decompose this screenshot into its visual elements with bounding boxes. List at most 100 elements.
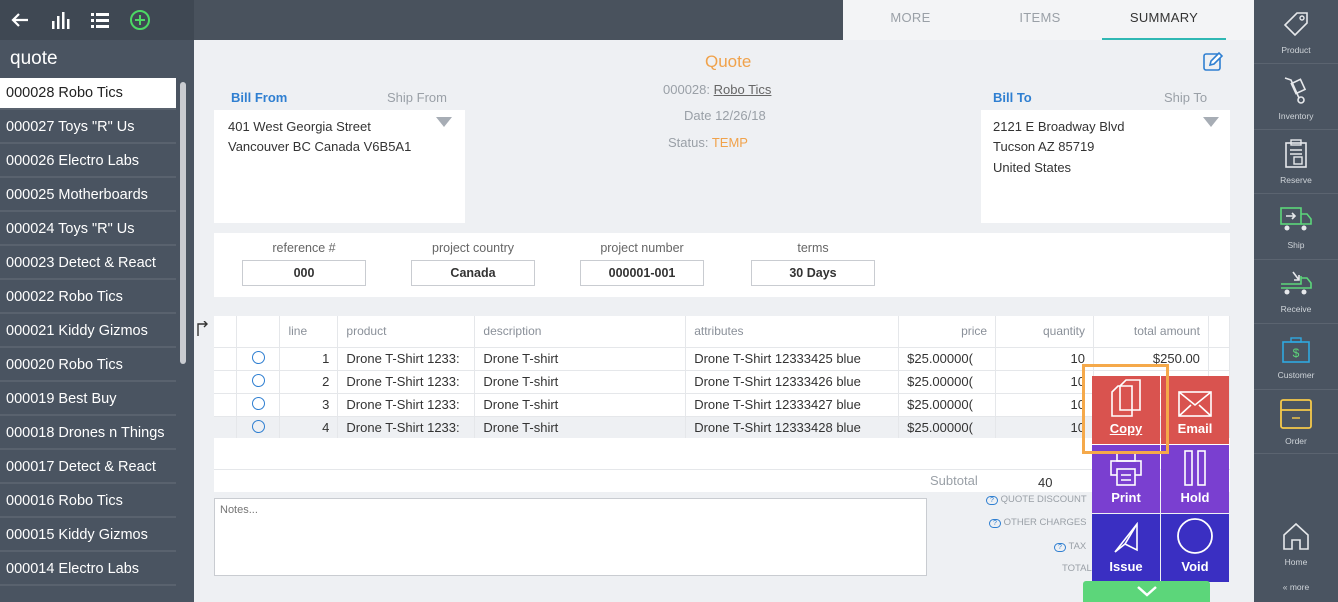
terms-field[interactable]: 30 Days — [751, 260, 875, 286]
tab-items[interactable]: ITEMS — [978, 0, 1102, 40]
rightbar-customer[interactable]: $ Customer — [1254, 326, 1338, 390]
help-icon[interactable]: ? — [989, 519, 1001, 528]
cell-quantity: 10 — [995, 393, 1095, 417]
issue-button[interactable]: Issue — [1092, 514, 1160, 582]
tab-ship-from[interactable]: Ship From — [387, 90, 447, 105]
cell-description: Drone T-shirt — [474, 416, 687, 440]
col-product[interactable]: product — [337, 316, 476, 348]
tab-bill-to[interactable]: Bill To — [993, 90, 1032, 105]
tab-bill-from[interactable]: Bill From — [231, 90, 287, 105]
sidebar-item[interactable]: 000017 Detect & React — [0, 452, 176, 484]
truck-out-icon — [1279, 206, 1313, 240]
quote-customer-link[interactable]: Robo Tics — [714, 82, 772, 97]
sidebar-item[interactable]: 000025 Motherboards — [0, 180, 176, 212]
home-icon — [1281, 521, 1311, 557]
sidebar-item[interactable]: 000021 Kiddy Gizmos — [0, 316, 176, 348]
dropdown-icon[interactable] — [1203, 116, 1219, 131]
total-label: TOTAL — [1062, 563, 1092, 574]
cell-price: $25.00000( — [898, 416, 997, 440]
pause-icon — [1181, 449, 1209, 490]
void-button[interactable]: Void — [1161, 514, 1229, 582]
cell-price: $25.00000( — [898, 370, 997, 394]
help-icon[interactable]: ? — [986, 496, 998, 505]
quote-date: Date 12/26/18 — [684, 108, 766, 123]
chevron-down-icon — [1137, 586, 1157, 597]
row-select-radio[interactable] — [251, 419, 265, 433]
expand-corner-icon[interactable] — [196, 320, 210, 340]
cell-description: Drone T-shirt — [474, 347, 687, 371]
col-quantity[interactable]: quantity — [995, 316, 1095, 348]
tag-icon — [1281, 9, 1311, 45]
action-label: Print — [1111, 490, 1141, 505]
table-row[interactable]: 1 Drone T-Shirt 1233: Drone T-shirt Drone T… — [214, 347, 1231, 371]
send-icon — [1111, 521, 1141, 559]
email-button[interactable]: Email — [1161, 376, 1229, 444]
rightbar-ship[interactable]: Ship — [1254, 196, 1338, 260]
tab-summary[interactable]: SUMMARY — [1102, 0, 1226, 40]
reference-field[interactable]: 000 — [242, 260, 366, 286]
cell-price: $25.00000( — [898, 393, 997, 417]
tab-ship-to[interactable]: Ship To — [1164, 90, 1207, 105]
rightbar-reserve[interactable]: Reserve — [1254, 130, 1338, 194]
col-total-amount[interactable]: total amount — [1093, 316, 1209, 348]
more-link[interactable]: « more — [1254, 572, 1338, 602]
project-number-label: project number — [600, 241, 684, 255]
sidebar-item[interactable]: 000018 Drones n Things — [0, 418, 176, 450]
reference-label: reference # — [272, 241, 336, 255]
add-circle-icon[interactable] — [120, 0, 160, 40]
back-arrow-icon[interactable] — [0, 0, 40, 40]
left-toolbar — [0, 0, 194, 40]
hold-button[interactable]: Hold — [1161, 445, 1229, 513]
table-blank-row — [214, 438, 1230, 469]
col-line[interactable]: line — [279, 316, 339, 348]
dropdown-icon[interactable] — [436, 116, 452, 131]
sidebar-item[interactable]: 000026 Electro Labs — [0, 146, 176, 178]
action-label: Void — [1181, 559, 1209, 574]
rightbar-inventory[interactable]: Inventory — [1254, 66, 1338, 130]
void-circle-icon — [1175, 516, 1215, 559]
rightbar-product[interactable]: Product — [1254, 0, 1338, 64]
notes-textarea[interactable] — [214, 498, 927, 576]
table-row[interactable]: 3 Drone T-Shirt 1233: Drone T-shirt Drone T… — [214, 393, 1231, 417]
tab-bar: MORE ITEMS SUMMARY — [843, 0, 1254, 40]
sidebar-scrollbar[interactable] — [180, 82, 186, 364]
help-icon[interactable]: ? — [1054, 543, 1066, 552]
sidebar-item[interactable]: 000028 Robo Tics — [0, 78, 176, 110]
row-select-radio[interactable] — [251, 350, 265, 364]
sidebar-item[interactable]: 000023 Detect & React — [0, 248, 176, 280]
rightbar-order[interactable]: Order — [1254, 390, 1338, 454]
sidebar-item[interactable]: 000019 Best Buy — [0, 384, 176, 416]
project-number-field[interactable]: 000001-001 — [580, 260, 704, 286]
subtotal-label: Subtotal — [930, 473, 978, 488]
collapse-menu-button[interactable] — [1083, 581, 1210, 602]
col-attributes[interactable]: attributes — [685, 316, 900, 348]
list-icon[interactable] — [80, 0, 120, 40]
sidebar-item[interactable]: 000024 Toys "R" Us — [0, 214, 176, 246]
subtotal-quantity: 40 — [1038, 475, 1053, 490]
sidebar-item[interactable]: 000015 Kiddy Gizmos — [0, 520, 176, 552]
bill-to-line2: Tucson AZ 85719 — [993, 139, 1095, 154]
col-price[interactable]: price — [898, 316, 997, 348]
project-country-field[interactable]: Canada — [411, 260, 535, 286]
cell-line: 4 — [279, 416, 339, 440]
sidebar-item[interactable]: 000027 Toys "R" Us — [0, 112, 176, 144]
tab-more[interactable]: MORE — [843, 0, 978, 40]
table-row[interactable]: 4 Drone T-Shirt 1233: Drone T-shirt Drone T… — [214, 416, 1231, 440]
sidebar-item[interactable]: 000014 Electro Labs — [0, 554, 176, 586]
rightbar-home[interactable]: Home — [1254, 516, 1338, 572]
copy-highlight — [1082, 364, 1169, 454]
page-title: Quote — [705, 52, 752, 71]
row-select-radio[interactable] — [251, 373, 265, 387]
project-fields-panel: reference # 000 project country Canada p… — [214, 233, 1230, 297]
col-description[interactable]: description — [474, 316, 687, 348]
row-select-radio[interactable] — [251, 396, 265, 410]
bar-chart-icon[interactable] — [40, 0, 80, 40]
table-row[interactable]: 2 Drone T-Shirt 1233: Drone T-shirt Drone T… — [214, 370, 1231, 394]
sidebar-item[interactable]: 000016 Robo Tics — [0, 486, 176, 518]
rightbar-label: Product — [1281, 44, 1311, 55]
sidebar-item[interactable]: 000020 Robo Tics — [0, 350, 176, 382]
sidebar-item[interactable]: 000022 Robo Tics — [0, 282, 176, 314]
rightbar-receive[interactable]: Receive — [1254, 260, 1338, 324]
edit-icon[interactable] — [1202, 50, 1224, 75]
print-button[interactable]: Print — [1092, 445, 1160, 513]
